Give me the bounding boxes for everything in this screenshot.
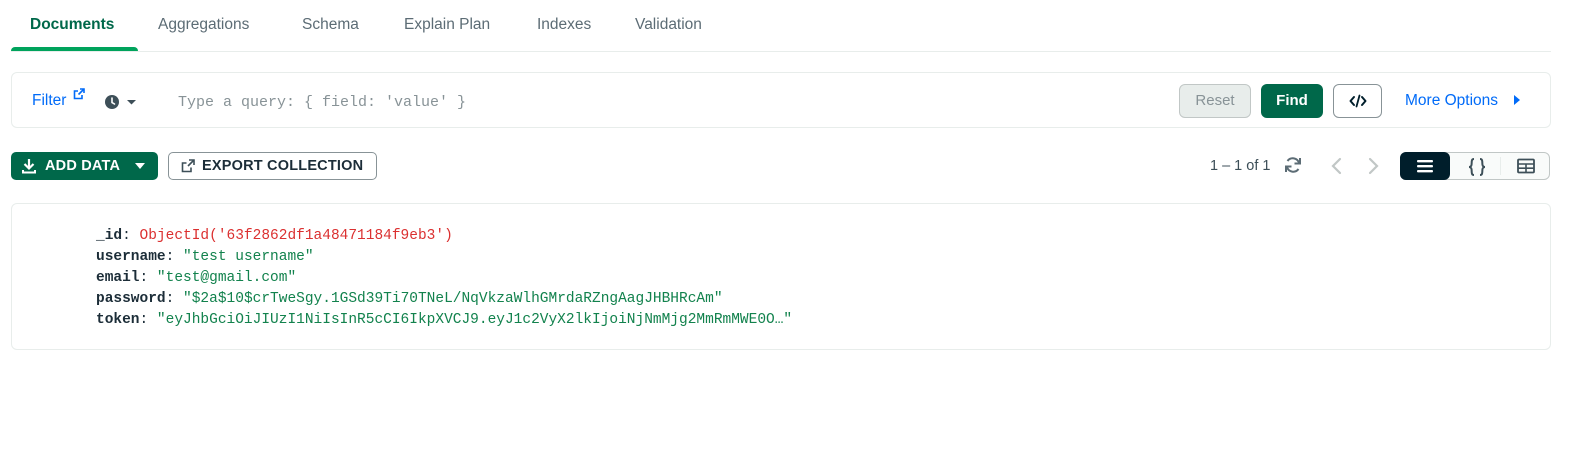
table-view-button[interactable] <box>1501 152 1551 180</box>
tab-indexes[interactable]: Indexes <box>537 16 591 34</box>
query-history-button[interactable] <box>104 93 140 111</box>
view-toggle <box>1400 152 1550 180</box>
tab-aggregations[interactable]: Aggregations <box>158 16 249 34</box>
query-bar: Filter Reset Find More Options <box>11 72 1551 128</box>
export-collection-button[interactable]: EXPORT COLLECTION <box>168 152 377 180</box>
json-view-icon <box>1468 158 1486 176</box>
clock-icon <box>105 95 136 109</box>
table-view-icon <box>1517 158 1535 174</box>
more-options-link[interactable]: More Options <box>1405 92 1498 110</box>
download-icon <box>22 159 36 174</box>
document-field-token: token: "eyJhbGciOiJIUzI1NiIsInR5cCI6IkpX… <box>96 312 793 328</box>
chevron-right-icon[interactable] <box>1365 156 1381 176</box>
document-field-id: _id: ObjectId('63f2862df1a48471184f9eb3'… <box>96 228 453 244</box>
field-key: password <box>96 291 166 307</box>
tab-explain-plan[interactable]: Explain Plan <box>404 16 490 34</box>
tab-schema[interactable]: Schema <box>302 16 359 34</box>
list-view-button[interactable] <box>1400 152 1450 180</box>
tab-documents[interactable]: Documents <box>30 16 114 34</box>
field-value: "$2a$10$crTweSgy.1GSd39Ti70TNeL/NqVkzaWl… <box>183 291 723 307</box>
document-card[interactable]: _id: ObjectId('63f2862df1a48471184f9eb3'… <box>11 203 1551 350</box>
field-key: token <box>96 312 140 328</box>
collection-tabs: Documents Aggregations Schema Explain Pl… <box>11 0 1551 52</box>
query-filter-input[interactable] <box>178 91 878 113</box>
open-query-code-button[interactable] <box>1333 84 1382 118</box>
export-icon <box>181 159 195 173</box>
document-field-password: password: "$2a$10$crTweSgy.1GSd39Ti70TNe… <box>96 291 723 307</box>
field-value: "eyJhbGciOiJIUzI1NiIsInR5cCI6IkpXVCJ9.ey… <box>156 312 793 328</box>
document-field-username: username: "test username" <box>96 249 314 265</box>
list-view-icon <box>1417 160 1433 173</box>
field-value: "test@gmail.com" <box>156 270 297 286</box>
chevron-down-icon <box>135 163 145 169</box>
add-data-button[interactable]: ADD DATA <box>11 152 158 180</box>
document-field-email: email: "test@gmail.com" <box>96 270 297 286</box>
field-value: ObjectId('63f2862df1a48471184f9eb3') <box>139 228 453 244</box>
external-link-icon[interactable] <box>73 88 85 100</box>
add-data-label: ADD DATA <box>45 158 121 174</box>
filter-link[interactable]: Filter <box>32 92 66 110</box>
json-view-button[interactable] <box>1451 152 1501 180</box>
export-collection-label: EXPORT COLLECTION <box>202 158 364 174</box>
refresh-icon[interactable] <box>1283 155 1303 175</box>
tab-validation[interactable]: Validation <box>635 16 702 34</box>
field-value: "test username" <box>183 249 314 265</box>
active-tab-indicator <box>11 47 138 51</box>
find-button[interactable]: Find <box>1261 84 1323 118</box>
field-key: username <box>96 249 166 265</box>
chevron-left-icon[interactable] <box>1329 156 1345 176</box>
reset-button[interactable]: Reset <box>1179 84 1251 118</box>
pagination-text: 1 – 1 of 1 <box>1210 158 1271 174</box>
caret-right-icon <box>1514 95 1520 105</box>
field-key: email <box>96 270 140 286</box>
field-key: _id <box>96 228 123 244</box>
code-brackets-icon <box>1349 94 1367 108</box>
